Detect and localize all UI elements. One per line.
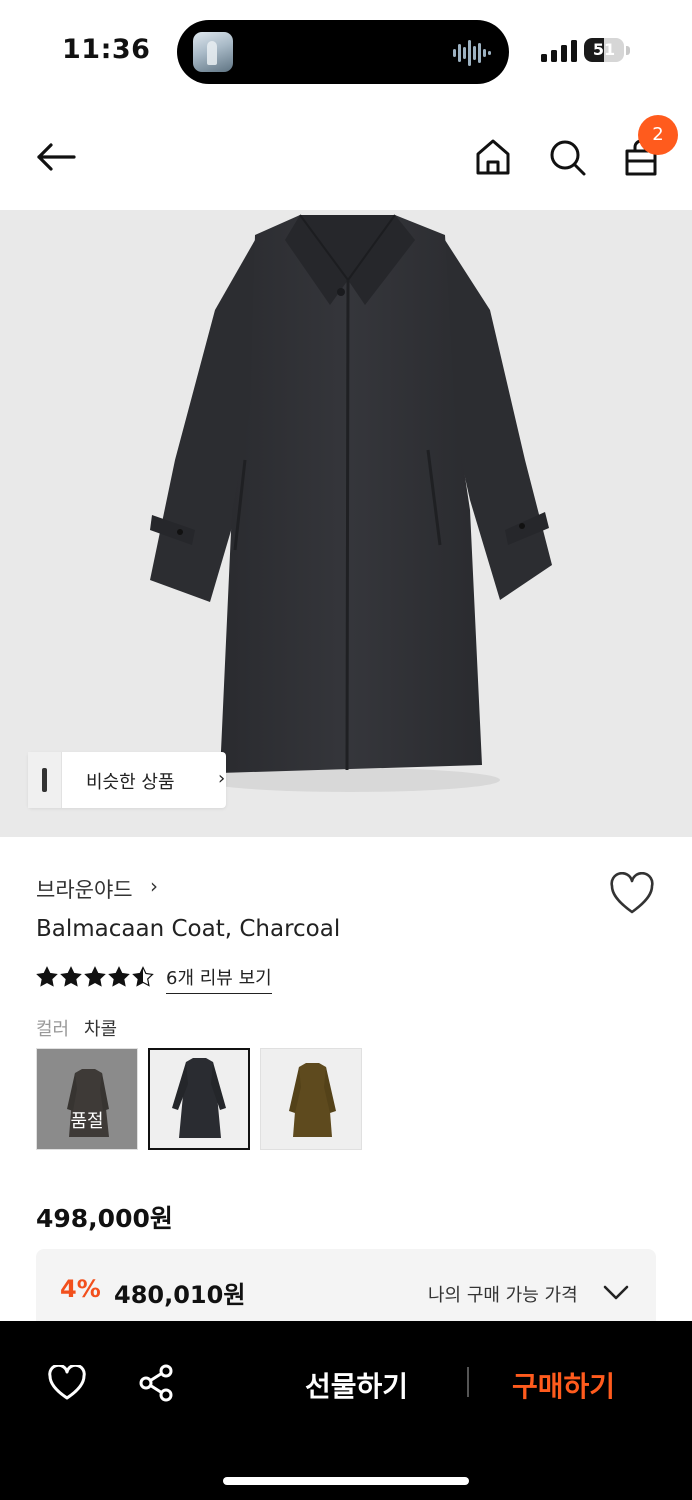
review-link[interactable]: 6개 리뷰 보기 [166,964,272,994]
chevron-right-icon: › [150,874,158,898]
product-title: Balmacaan Coat, Charcoal [36,916,341,942]
star-icon [60,966,82,987]
audio-waveform-icon [453,40,491,66]
discount-price: 480,010원 [114,1281,246,1309]
star-icon [36,966,58,987]
discount-price-panel[interactable]: 4% 480,010원 나의 구매 가능 가격 [36,1249,656,1329]
cart-count-badge: 2 [638,115,678,155]
status-time: 11:36 [62,34,151,65]
color-swatch-grey[interactable]: 품절 [36,1048,138,1150]
color-swatch-brown[interactable] [260,1048,362,1150]
back-arrow-icon[interactable] [34,135,78,179]
similar-items-label: 비슷한 상품 [86,772,175,793]
coat-illustration [150,214,552,792]
battery-icon: 51 [584,38,624,62]
buy-button[interactable]: 구매하기 [512,1365,615,1405]
product-image[interactable] [0,210,692,837]
star-icon [132,966,154,987]
battery-percent: 51 [592,40,616,59]
brown-coat-thumbnail [289,1063,336,1137]
similar-items-button[interactable]: 비슷한 상품 › [28,752,226,808]
status-bar: 11:36 51 [0,0,692,100]
discount-rate: 4% [60,1275,101,1303]
cellular-signal-icon [541,40,577,62]
rating-stars [36,966,156,990]
color-label: 컬러 [36,1019,70,1040]
my-price-label: 나의 구매 가능 가격 [428,1285,578,1306]
home-indicator [223,1477,469,1485]
button-divider [467,1367,469,1397]
brand-link[interactable]: 브라운야드 [36,874,133,904]
star-icon [108,966,130,987]
original-price: 498,000원 [36,1204,173,1233]
share-icon[interactable] [135,1361,179,1405]
bottom-action-bar: 선물하기 구매하기 [0,1321,692,1500]
sold-out-overlay [37,1049,137,1149]
chevron-right-icon: › [218,768,226,789]
search-icon[interactable] [545,135,589,179]
gift-button[interactable]: 선물하기 [305,1365,408,1405]
similar-item-thumbnail [28,752,62,808]
dynamic-island[interactable] [177,20,509,84]
color-swatch-charcoal[interactable] [148,1048,250,1150]
battery-cap [626,46,630,55]
wishlist-heart-icon[interactable] [45,1361,89,1405]
home-icon[interactable] [471,135,515,179]
charcoal-coat-thumbnail [172,1058,226,1138]
color-value: 차콜 [84,1019,118,1040]
wishlist-heart-icon[interactable] [608,871,656,916]
chevron-down-icon [603,1285,629,1300]
now-playing-thumbnail [193,32,233,72]
star-icon [84,966,106,987]
sold-out-label: 품절 [70,1111,104,1132]
